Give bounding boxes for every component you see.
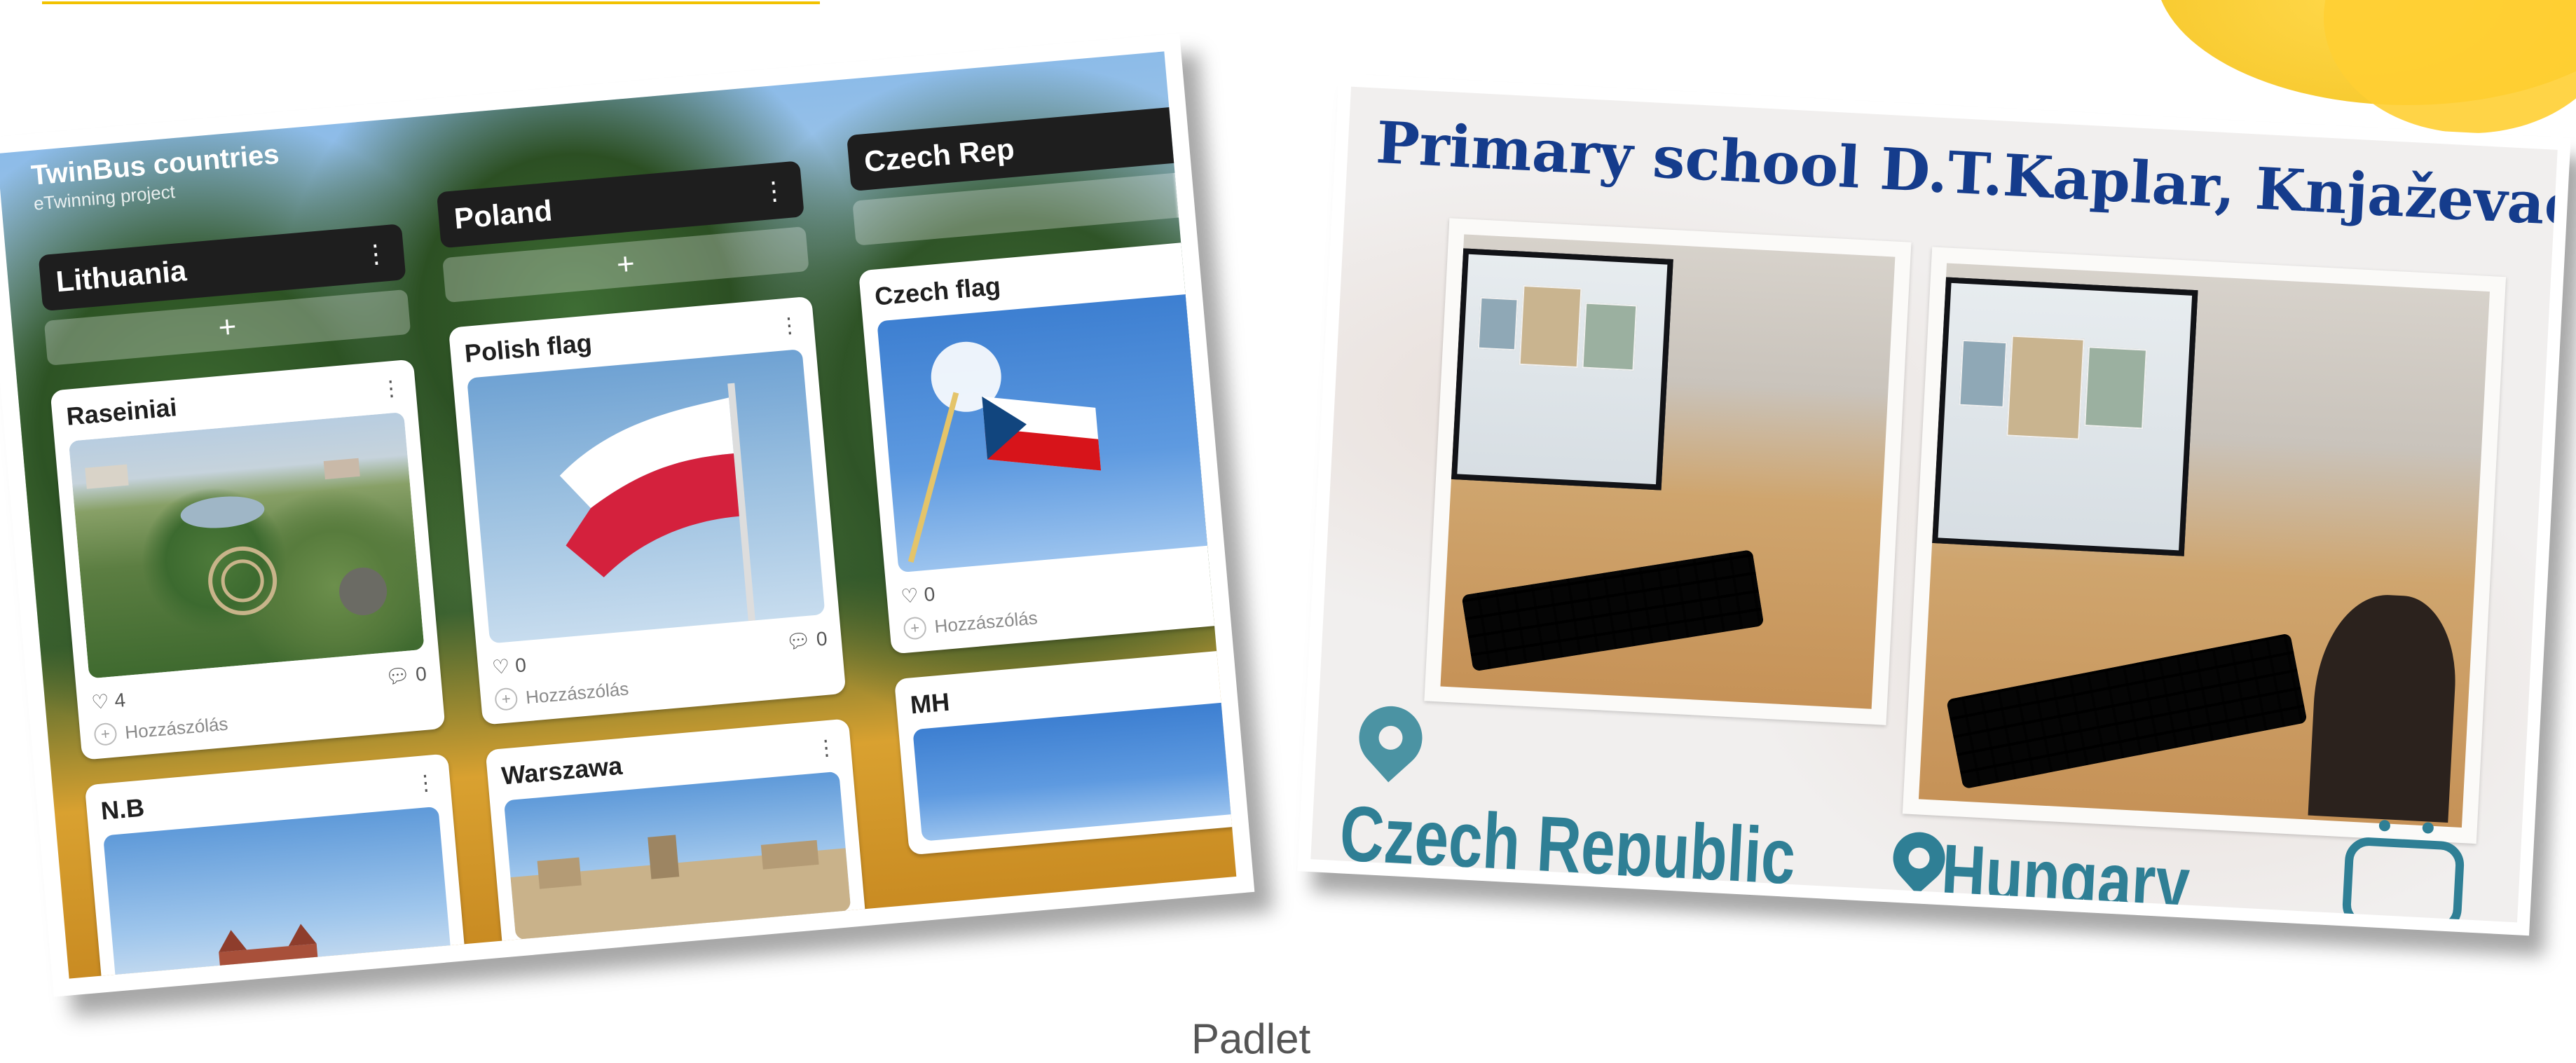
post-title: Warszawa bbox=[500, 750, 624, 790]
add-comment-label: Hozzászólás bbox=[524, 678, 630, 708]
heart-icon: ♡ bbox=[900, 584, 920, 608]
warsaw-image bbox=[503, 771, 851, 940]
column-title: Lithuania bbox=[54, 254, 188, 299]
poster-title: Primary school D.T.Kaplar, Knjaževac bbox=[1374, 109, 2558, 240]
like-count: 4 bbox=[114, 688, 127, 711]
keyboard bbox=[1461, 549, 1765, 672]
column-title: Czech Rep bbox=[863, 132, 1016, 179]
column-title: Poland bbox=[453, 193, 554, 235]
like-button[interactable]: ♡ 4 bbox=[90, 688, 126, 714]
post-menu-icon[interactable]: ⋮ bbox=[414, 769, 437, 795]
post-card[interactable]: MH bbox=[893, 647, 1237, 856]
post-card[interactable]: Polish flag ⋮ ♡ 0 💬︎ 0 + Hozzászólás bbox=[448, 296, 847, 725]
slide-caption: Padlet bbox=[1191, 1015, 1311, 1062]
post-card[interactable]: N.B ⋮ bbox=[84, 753, 470, 979]
post-menu-icon[interactable]: ⋮ bbox=[778, 313, 801, 338]
decorative-yellow-shape-inner bbox=[2324, 0, 2576, 133]
classroom-photo-frame bbox=[1902, 247, 2507, 844]
like-button[interactable]: ♡ 0 bbox=[900, 582, 936, 608]
polish-flag-icon bbox=[559, 383, 755, 622]
post-card[interactable]: Raseiniai ⋮ ♡ 4 💬︎ 0 + Hozzászólás bbox=[50, 359, 446, 760]
column-lithuania: Lithuania ⋮ + Raseiniai ⋮ ♡ 4 💬︎ 0 + Hoz… bbox=[38, 224, 470, 979]
student-head bbox=[2308, 591, 2460, 823]
add-comment-label: Hozzászólás bbox=[124, 713, 229, 743]
comment-count: 0 bbox=[815, 627, 828, 650]
heart-icon: ♡ bbox=[90, 690, 110, 714]
keyboard bbox=[1946, 633, 2308, 790]
more-options-icon[interactable]: ⋮ bbox=[760, 175, 788, 206]
add-comment-icon: + bbox=[493, 687, 519, 712]
classroom-photo bbox=[1918, 263, 2490, 828]
classroom-photo bbox=[1440, 234, 1896, 709]
castle-illustration bbox=[116, 924, 454, 979]
classroom-photo-frame bbox=[1424, 218, 1912, 725]
post-title: Polish flag bbox=[463, 328, 594, 368]
location-pin-icon bbox=[1345, 693, 1436, 783]
country-label: Czech Republic bbox=[1338, 789, 1798, 901]
top-accent-line bbox=[42, 1, 820, 4]
school-poster: Primary school D.T.Kaplar, Knjaževac Cze… bbox=[1310, 86, 2558, 923]
padlet-photo: TwinBus countries eTwinning project Lith… bbox=[0, 33, 1255, 997]
comment-count: 0 bbox=[414, 662, 427, 685]
padlet-board: TwinBus countries eTwinning project Lith… bbox=[0, 51, 1237, 979]
post-menu-icon[interactable]: ⋮ bbox=[380, 376, 403, 402]
post-title: Czech flag bbox=[873, 271, 1002, 311]
padlet-header: TwinBus countries eTwinning project bbox=[30, 139, 282, 215]
like-count: 0 bbox=[923, 582, 936, 605]
add-comment-icon: + bbox=[93, 722, 118, 747]
computer-monitor bbox=[1932, 277, 2198, 556]
post-card[interactable]: Warszawa ⋮ bbox=[485, 718, 867, 954]
plus-icon: + bbox=[217, 309, 238, 345]
czech-flag-icon bbox=[907, 341, 1102, 563]
post-image bbox=[68, 411, 425, 679]
country-label: Hungary bbox=[1939, 828, 2192, 923]
like-count: 0 bbox=[514, 653, 528, 676]
czech-flag-image bbox=[877, 292, 1234, 573]
comment-counter[interactable]: 💬︎ 0 bbox=[785, 627, 828, 654]
plus-icon: + bbox=[615, 246, 636, 282]
comment-icon: 💬︎ bbox=[785, 629, 812, 653]
like-button[interactable]: ♡ 0 bbox=[491, 653, 527, 679]
town-aerial-image bbox=[85, 458, 388, 615]
computer-monitor bbox=[1451, 248, 1673, 491]
castle-image bbox=[103, 806, 454, 979]
old-town-illustration bbox=[510, 835, 851, 940]
column-poland: Poland ⋮ + Polish flag ⋮ ♡ 0 💬︎ 0 + Hozz… bbox=[436, 160, 867, 954]
comment-icon: 💬︎ bbox=[384, 664, 411, 688]
post-title: MH bbox=[909, 687, 951, 720]
heart-icon: ♡ bbox=[491, 655, 511, 679]
bus-mascot-icon bbox=[2341, 836, 2465, 923]
post-card[interactable]: Czech flag ♡ 0 + Hozzászólás bbox=[858, 239, 1237, 654]
post-menu-icon[interactable]: ⋮ bbox=[815, 734, 838, 760]
more-options-icon[interactable]: ⋮ bbox=[362, 238, 389, 269]
post-image bbox=[912, 700, 1237, 842]
column-czech-republic: Czech Rep Czech flag ♡ 0 + Hozzászólás M… bbox=[847, 104, 1237, 856]
add-comment-icon: + bbox=[903, 616, 928, 640]
school-poster-photo: Primary school D.T.Kaplar, Knjaževac Cze… bbox=[1297, 73, 2571, 936]
polish-flag-image bbox=[467, 349, 825, 644]
comment-counter[interactable]: 💬︎ 0 bbox=[384, 662, 427, 689]
post-title: N.B bbox=[100, 793, 146, 825]
post-title: Raseiniai bbox=[64, 392, 179, 431]
add-comment-label: Hozzászólás bbox=[933, 606, 1039, 637]
